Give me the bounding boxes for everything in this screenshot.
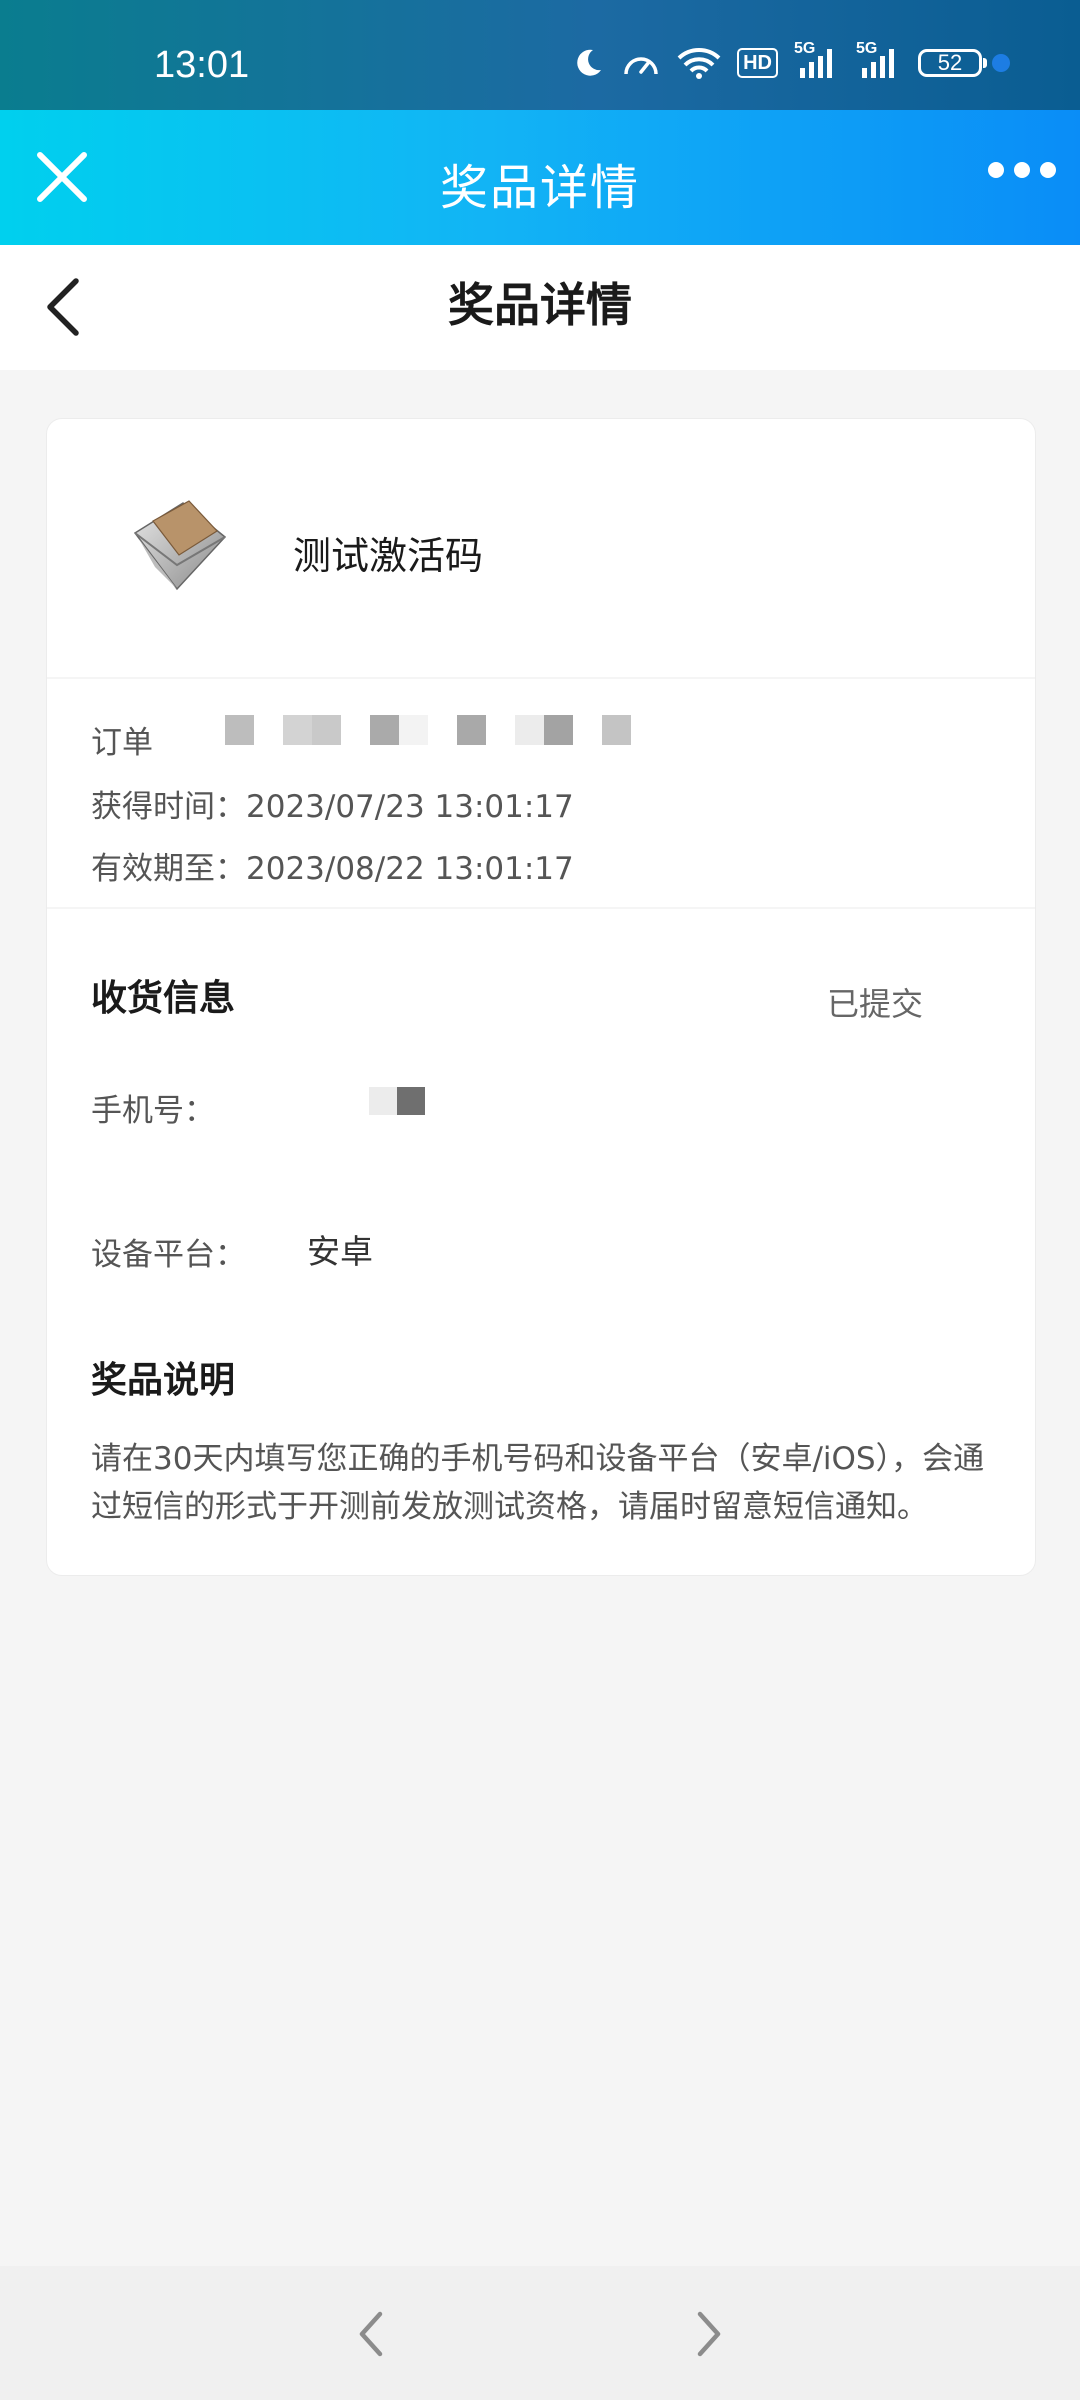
description-text: 请在30天内填写您正确的手机号码和设备平台（安卓/iOS），会通过短信的形式于开… xyxy=(91,1441,985,1525)
hd-label: HD xyxy=(743,51,772,74)
next-button[interactable] xyxy=(688,2306,728,2362)
bottom-nav xyxy=(0,2266,1080,2400)
more-icon xyxy=(1040,162,1056,178)
platform-value[interactable]: 安卓 xyxy=(307,1225,373,1273)
obtain-time: 获得时间：2023/07/23 13:01:17 xyxy=(91,781,574,826)
order-number-redacted xyxy=(225,715,631,747)
order-label: 订单 xyxy=(91,725,153,761)
envelope-icon xyxy=(125,493,233,601)
chevron-right-icon xyxy=(697,2311,721,2357)
status-time: 13:01 xyxy=(154,44,250,86)
app-bar: 奖品详情 xyxy=(0,110,1080,245)
battery-icon: 52 xyxy=(918,49,987,77)
prize-name: 测试激活码 xyxy=(293,534,484,578)
signal-5g-icon: 5G xyxy=(856,40,902,80)
battery-level: 52 xyxy=(937,50,963,75)
expire-time-label: 有效期至： xyxy=(91,851,246,887)
speed-icon xyxy=(621,46,661,80)
wifi-icon xyxy=(677,46,721,80)
net-label: 5G xyxy=(856,40,878,57)
status-icons: HD 5G 5G 52 xyxy=(571,40,1010,86)
more-icon xyxy=(1014,162,1030,178)
prev-button[interactable] xyxy=(352,2306,392,2362)
phone-redacted[interactable] xyxy=(369,1087,425,1115)
status-bar: 13:01 HD 5G 5G 52 xyxy=(0,0,1080,110)
prize-row: 测试激活码 xyxy=(47,419,1035,679)
phone-label: 手机号： xyxy=(91,1093,215,1129)
chevron-left-icon xyxy=(359,2311,383,2357)
submit-status-badge: 已提交 xyxy=(826,985,923,1023)
platform-label: 设备平台： xyxy=(91,1237,246,1273)
more-icon xyxy=(988,162,1004,178)
charging-dot-icon xyxy=(992,54,1010,72)
obtain-time-label: 获得时间： xyxy=(91,789,246,825)
expire-time: 有效期至：2023/08/22 13:01:17 xyxy=(91,843,574,888)
expire-time-value: 2023/08/22 13:01:17 xyxy=(246,851,574,887)
order-number-label: 订单 xyxy=(91,717,153,762)
net-label: 5G xyxy=(794,40,816,57)
page-header: 奖品详情 xyxy=(0,245,1080,370)
prize-card: 测试激活码 订单 获得时间：2023/07/23 13:01:17 有效期至：2… xyxy=(46,418,1036,1576)
moon-icon xyxy=(571,46,605,80)
more-button[interactable] xyxy=(988,162,1056,178)
description-title: 奖品说明 xyxy=(91,1360,236,1401)
hd-icon: HD xyxy=(737,48,778,78)
info-block: 订单 获得时间：2023/07/23 13:01:17 有效期至：2023/08… xyxy=(47,677,1035,909)
obtain-time-value: 2023/07/23 13:01:17 xyxy=(246,789,574,825)
page-title: 奖品详情 xyxy=(448,278,632,332)
shipping-title: 收货信息 xyxy=(91,978,236,1019)
signal-5g-icon: 5G xyxy=(794,40,840,80)
app-title: 奖品详情 xyxy=(439,160,640,216)
